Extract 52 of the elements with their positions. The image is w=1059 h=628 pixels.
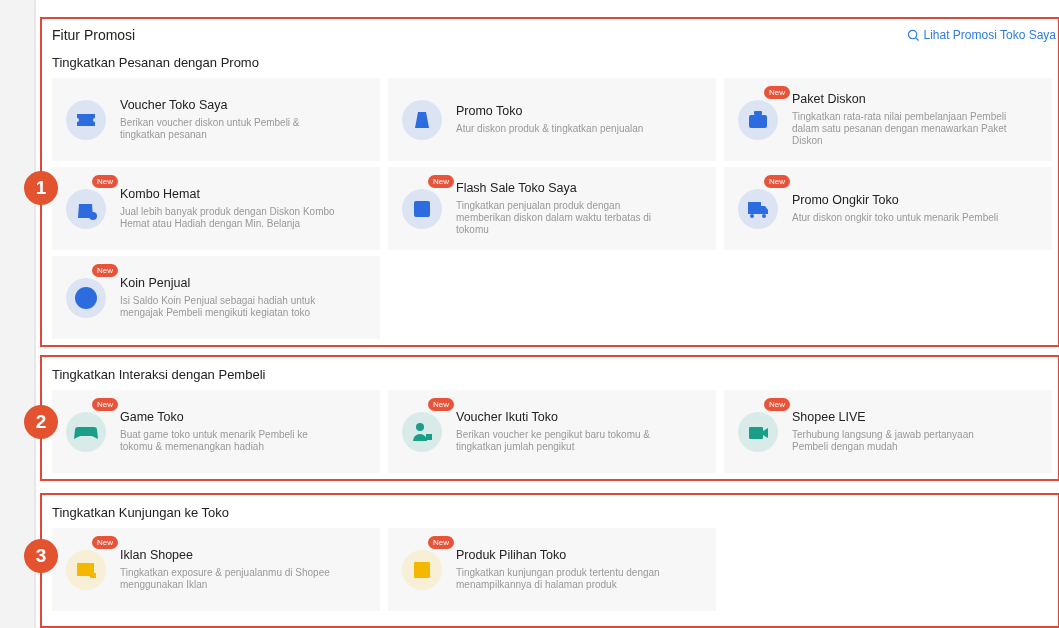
new-badge: New: [428, 174, 454, 188]
feature-description: Isi Saldo Koin Penjual sebagai hadiah untuk mengajak Pembeli mengikuti kegiatan toko: [120, 295, 317, 319]
feature-name: Produk Pilihan Toko: [456, 548, 568, 562]
feature-name: Game Toko: [120, 410, 185, 424]
feature-description: Tingkatkan exposure & penjualanmu di Shopee menggunakan Iklan: [120, 567, 331, 591]
feature-card[interactable]: Voucher Toko Saya Berikan voucher diskon untuk Pembeli & tingkatkan pesanan: [52, 78, 380, 161]
feature-card[interactable]: New Promo Ongkir Toko Atur diskon ongkir toko untuk menarik Pembeli: [724, 167, 1052, 250]
feature-description: Tingkatkan penjualan produk dengan memberikan diskon dalam waktu terbatas di tokomu: [456, 200, 653, 236]
feature-card[interactable]: New Kombo Hemat Jual lebih banyak produk dengan Diskon Kombo Hemat atau Hadiah dengan Min. Belanja: [52, 167, 380, 250]
new-badge: New: [92, 397, 118, 411]
feature-name: Voucher Ikuti Toko: [456, 410, 559, 424]
new-badge: New: [428, 535, 454, 549]
feature-card[interactable]: New Paket Diskon Tingkatkan rata-rata nilai pembelanjaan Pembeli dalam satu pesanan dengan menawarkan Paket Diskon: [724, 78, 1052, 161]
new-badge: New: [764, 174, 790, 188]
view-promotions-link[interactable]: Lihat Promosi Toko Saya: [907, 28, 1056, 42]
feature-name: Voucher Toko Saya: [120, 98, 229, 112]
feature-description: Berikan voucher diskon untuk Pembeli & tingkatkan pesanan: [120, 117, 301, 141]
new-badge: New: [428, 397, 454, 411]
new-badge: New: [92, 174, 118, 188]
feature-name: Iklan Shopee: [120, 548, 194, 562]
new-badge: New: [92, 263, 118, 277]
feature-description: Berikan voucher ke pengikut baru tokomu & tingkatkan jumlah pengikut: [456, 429, 651, 453]
section-title: Tingkatkan Kunjungan ke Toko: [52, 504, 231, 522]
feature-description: Tingkatkan rata-rata nilai pembelanjaan Pembeli dalam satu pesanan dengan menawarkan Paket Diskon: [792, 111, 1007, 147]
feature-card[interactable]: Promo Toko Atur diskon produk & tingkatkan penjualan: [388, 78, 716, 161]
section-title: Tingkatkan Pesanan dengan Promo: [52, 54, 260, 72]
new-badge: New: [764, 85, 790, 99]
feature-card[interactable]: New Produk Pilihan Toko Tingkatkan kunjungan produk tertentu dengan menampilkannya di halaman produk: [388, 528, 716, 611]
feature-card[interactable]: New Flash Sale Toko Saya Tingkatkan penjualan produk dengan memberikan diskon dalam waktu terbatas di tokomu: [388, 167, 716, 250]
section-title: Tingkatkan Interaksi dengan Pembeli: [52, 366, 267, 384]
feature-name: Promo Ongkir Toko: [792, 193, 900, 207]
feature-description: Jual lebih banyak produk dengan Diskon Kombo Hemat atau Hadiah dengan Min. Belanja: [120, 206, 335, 230]
feature-description: Atur diskon produk & tingkatkan penjualan: [456, 123, 644, 135]
new-badge: New: [92, 535, 118, 549]
feature-name: Koin Penjual: [120, 276, 192, 290]
feature-card[interactable]: New Voucher Ikuti Toko Berikan voucher ke pengikut baru tokomu & tingkatkan jumlah pengikut: [388, 390, 716, 473]
new-badge: New: [764, 397, 790, 411]
page-title: Fitur Promosi: [52, 27, 136, 43]
feature-name: Promo Toko: [456, 104, 524, 118]
feature-card[interactable]: New Iklan Shopee Tingkatkan exposure & penjualanmu di Shopee menggunakan Iklan: [52, 528, 380, 611]
feature-description: Buat game toko untuk menarik Pembeli ke tokomu & memenangkan hadiah: [120, 429, 309, 453]
feature-card[interactable]: New Game Toko Buat game toko untuk menarik Pembeli ke tokomu & memenangkan hadiah: [52, 390, 380, 473]
feature-card[interactable]: New Shopee LIVE Terhubung langsung & jawab pertanyaan Pembeli dengan mudah: [724, 390, 1052, 473]
feature-description: Terhubung langsung & jawab pertanyaan Pembeli dengan mudah: [792, 429, 975, 453]
feature-card[interactable]: New Koin Penjual Isi Saldo Koin Penjual sebagai hadiah untuk mengajak Pembeli mengikuti kegiatan toko: [52, 256, 380, 339]
feature-name: Paket Diskon: [792, 92, 867, 106]
feature-name: Kombo Hemat: [120, 187, 201, 201]
feature-name: Shopee LIVE: [792, 410, 867, 424]
feature-description: Atur diskon ongkir toko untuk menarik Pembeli: [792, 212, 999, 224]
feature-description: Tingkatkan kunjungan produk tertentu dengan menampilkannya di halaman produk: [456, 567, 661, 591]
search-icon: [907, 28, 921, 42]
feature-name: Flash Sale Toko Saya: [456, 181, 578, 195]
